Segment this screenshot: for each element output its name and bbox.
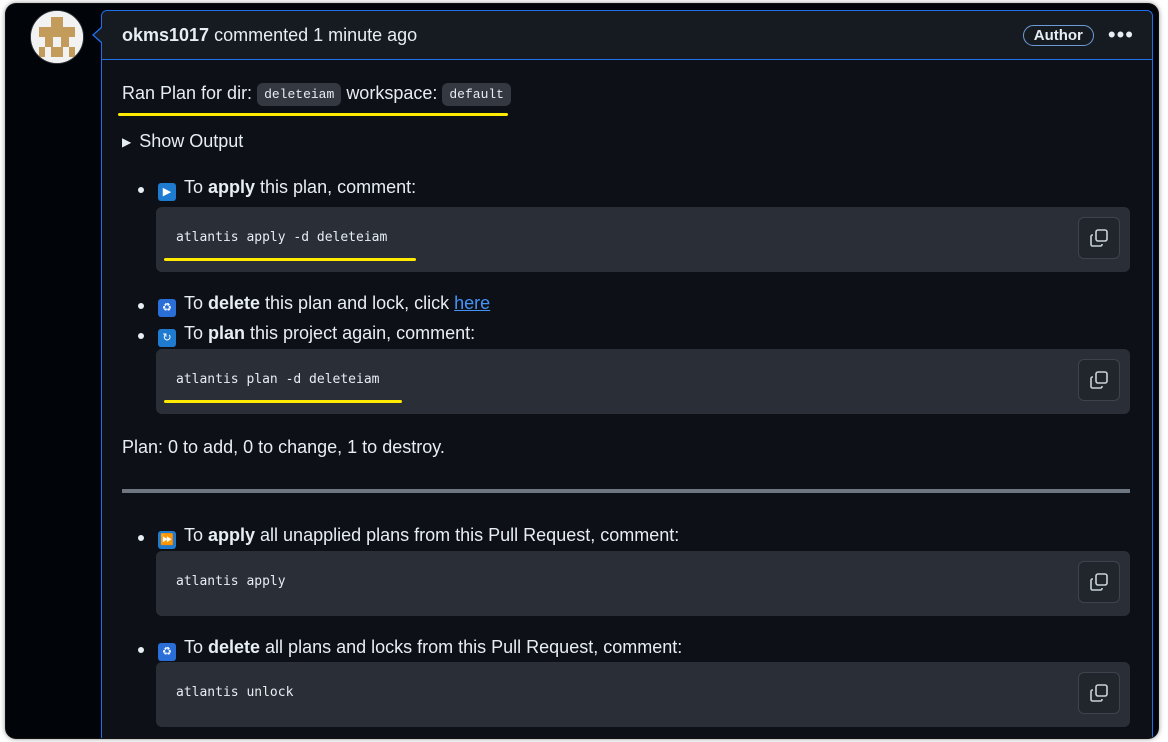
put-litter-in-bin-icon: ♻ — [158, 643, 176, 661]
text: all plans and locks from this Pull Reque… — [260, 637, 683, 657]
bold-delete: delete — [208, 637, 261, 657]
code-plan: atlantis plan -d deleteiam — [176, 372, 380, 387]
list-bullet — [138, 303, 144, 309]
text: this plan and lock, click — [260, 293, 455, 313]
text: To — [184, 637, 209, 657]
author-name[interactable]: okms1017 — [122, 25, 209, 46]
list-bullet — [138, 647, 144, 653]
plan-summary: Plan: 0 to add, 0 to change, 1 to destro… — [122, 437, 445, 457]
text: all unapplied plans from this Pull Reque… — [255, 525, 680, 545]
text: To — [184, 525, 209, 545]
workspace-code: default — [442, 83, 511, 106]
screenshot-frame: okms1017 commented 1 minute ago Author •… — [6, 4, 1158, 738]
copy-button[interactable] — [1078, 672, 1120, 714]
yellow-highlight-underline — [118, 113, 508, 116]
bold-plan: plan — [208, 323, 246, 343]
repeat-icon: ↻ — [158, 329, 176, 347]
yellow-highlight-underline — [164, 400, 402, 403]
avatar[interactable] — [30, 10, 84, 64]
horizontal-divider — [122, 489, 1130, 493]
bold-apply: apply — [208, 525, 256, 545]
put-litter-in-bin-icon: ♻ — [158, 299, 176, 317]
copy-button[interactable] — [1078, 359, 1120, 401]
copy-button[interactable] — [1078, 217, 1120, 259]
dir-code: deleteiam — [257, 83, 342, 106]
code-delete-all: atlantis unlock — [176, 685, 294, 700]
ran-plan-line: Ran Plan for dir: deleteiam workspace: d… — [122, 83, 511, 106]
comment-caret-inner — [94, 27, 103, 43]
copy-icon — [1090, 684, 1108, 702]
yellow-highlight-underline — [164, 258, 416, 261]
code-apply-all: atlantis apply — [176, 574, 286, 589]
code-block-apply-all: atlantis apply — [156, 551, 1130, 616]
code-apply: atlantis apply -d deleteiam — [176, 230, 388, 245]
copy-icon — [1090, 573, 1108, 591]
here-link[interactable]: here — [454, 293, 490, 313]
copy-icon — [1090, 371, 1108, 389]
fast-forward-icon: ⏩ — [158, 531, 176, 549]
kebab-menu-icon[interactable]: ••• — [1108, 24, 1134, 46]
copy-icon — [1090, 229, 1108, 247]
list-item-delete: ♻ To delete this plan and lock, click her… — [158, 293, 490, 317]
bold-delete: delete — [208, 293, 261, 313]
disclosure-triangle-icon: ▶ — [122, 134, 132, 149]
bold-apply: apply — [208, 177, 256, 197]
show-output-label: Show Output — [139, 131, 244, 151]
copy-button[interactable] — [1078, 561, 1120, 603]
list-item-plan: ↻ To plan this project again, comment: — [158, 323, 475, 347]
text: To — [184, 323, 209, 343]
comment-header: okms1017 commented 1 minute ago Author •… — [102, 11, 1152, 60]
ran-plan-prefix: Ran Plan for dir: — [122, 83, 253, 103]
text: this project again, comment: — [245, 323, 476, 343]
comment-box: okms1017 commented 1 minute ago Author •… — [101, 10, 1153, 738]
list-item-apply: ▶ To apply this plan, comment: — [158, 177, 416, 201]
show-output-toggle[interactable]: ▶ Show Output — [122, 131, 243, 152]
code-block-apply: atlantis apply -d deleteiam — [156, 207, 1130, 272]
list-bullet — [138, 187, 144, 193]
play-button-icon: ▶ — [158, 183, 176, 201]
text: To — [184, 177, 209, 197]
author-badge: Author — [1022, 24, 1094, 46]
code-block-delete-all: atlantis unlock — [156, 662, 1130, 727]
comment-timestamp: commented 1 minute ago — [214, 24, 418, 45]
workspace-label: workspace: — [346, 83, 438, 103]
list-bullet — [138, 535, 144, 541]
code-block-plan: atlantis plan -d deleteiam — [156, 349, 1130, 414]
text: To — [184, 293, 209, 313]
list-bullet — [138, 333, 144, 339]
list-item-delete-all: ♻ To delete all plans and locks from this… — [158, 637, 682, 661]
list-item-apply-all: ⏩ To apply all unapplied plans from this … — [158, 525, 679, 549]
text: this plan, comment: — [255, 177, 417, 197]
